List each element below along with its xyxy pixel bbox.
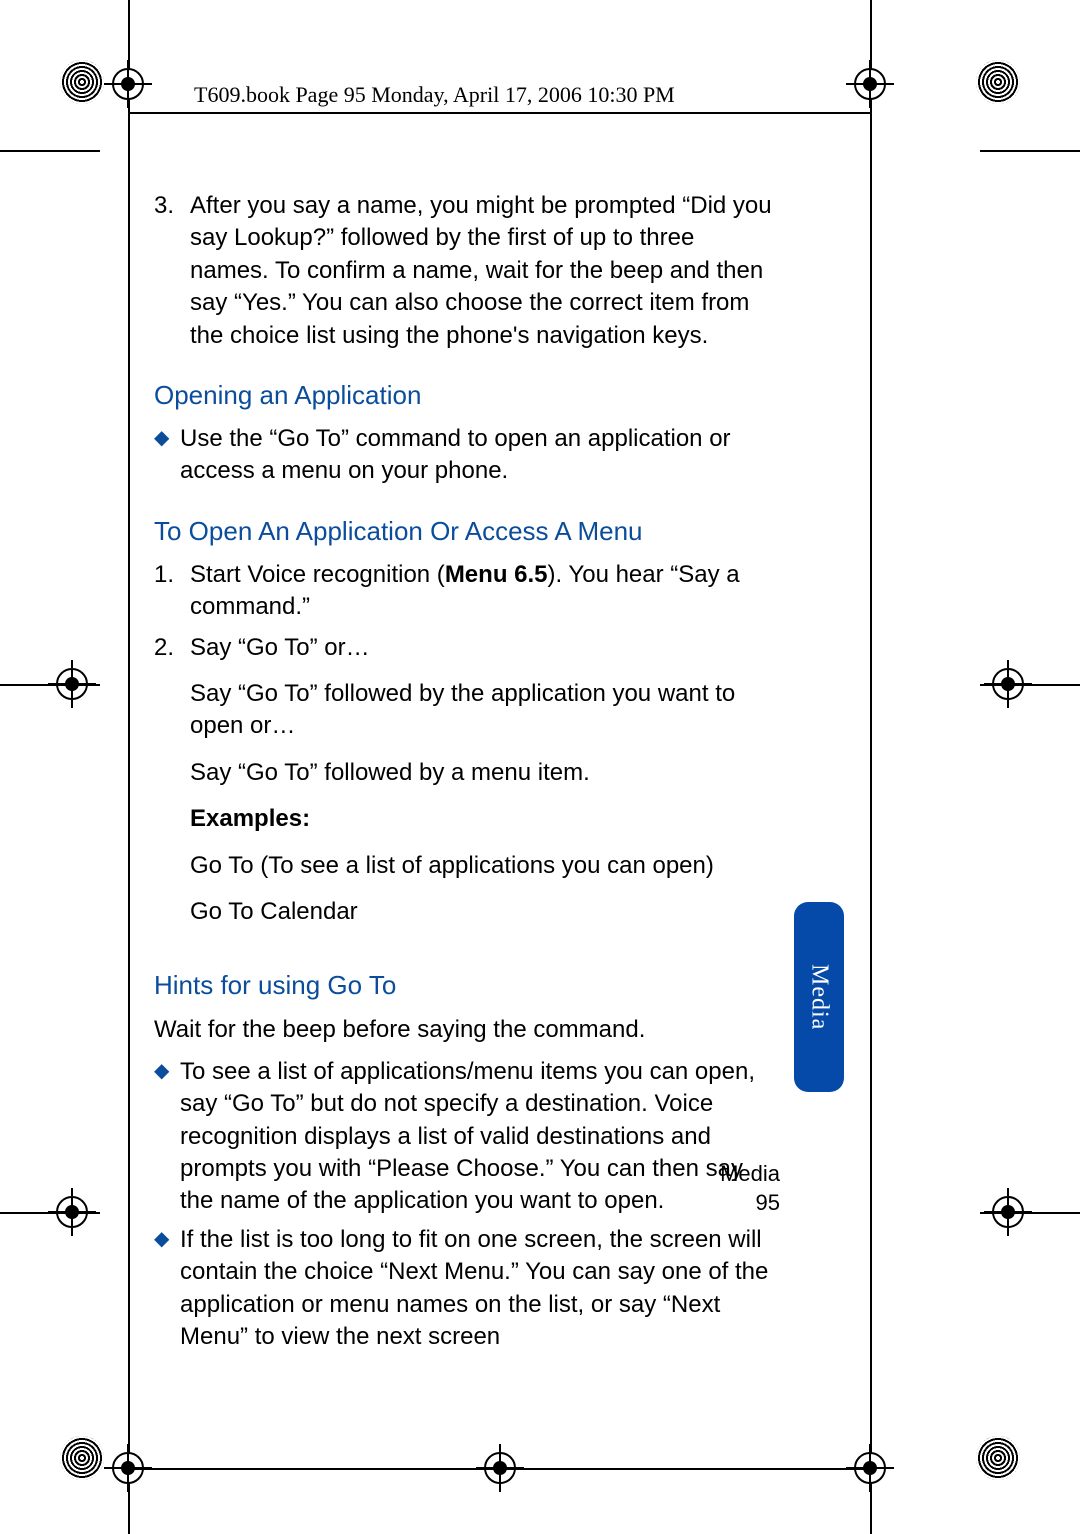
numbered-step: 3. After you say a name, you might be pr… [154, 190, 774, 352]
crop-target-icon [854, 68, 886, 100]
frame-mid-right-short [980, 684, 1080, 686]
bullet-item: ◆ To see a list of applications/menu ite… [154, 1056, 774, 1218]
crop-target-icon [112, 68, 144, 100]
example-line: Go To Calendar [190, 896, 774, 928]
diamond-bullet-icon: ◆ [154, 1056, 180, 1218]
page-header-text: T609.book Page 95 Monday, April 17, 2006… [194, 82, 675, 108]
step-number: 3. [154, 190, 190, 352]
registration-mark-icon [976, 60, 1020, 104]
section-heading: Opening an Application [154, 378, 774, 413]
bullet-text: If the list is too long to fit on one sc… [180, 1224, 774, 1354]
page-content: 3. After you say a name, you might be pr… [154, 190, 774, 1359]
chapter-side-tab: Media [794, 902, 844, 1092]
step-text-pre: Start Voice recognition ( [190, 561, 445, 588]
frame-header-rule [128, 112, 870, 114]
chapter-side-tab-label: Media [806, 964, 833, 1030]
frame-mid-left-short [0, 684, 100, 686]
diamond-bullet-icon: ◆ [154, 1224, 180, 1354]
bullet-item: ◆ Use the “Go To” command to open an app… [154, 423, 774, 488]
footer-section-name: Media [720, 1160, 780, 1189]
step-text: Start Voice recognition (Menu 6.5). You … [190, 559, 774, 624]
bullet-text: Use the “Go To” command to open an appli… [180, 423, 774, 488]
section-heading: To Open An Application Or Access A Menu [154, 514, 774, 549]
step-text: After you say a name, you might be promp… [190, 190, 774, 352]
frame-right-line [870, 0, 872, 1534]
numbered-step: 2. Say “Go To” or… Say “Go To” followed … [154, 632, 774, 943]
frame-low-left-short [0, 1212, 100, 1214]
diamond-bullet-icon: ◆ [154, 423, 180, 488]
registration-mark-icon [976, 1436, 1020, 1480]
page-footer: Media 95 [720, 1160, 780, 1217]
step-sub-line: Say “Go To” followed by a menu item. [190, 757, 774, 789]
frame-bottom-rule [128, 1468, 870, 1470]
footer-page-number: 95 [720, 1189, 780, 1218]
bullet-text: To see a list of applications/menu items… [180, 1056, 774, 1218]
frame-top-left-short [0, 150, 100, 152]
step-text: Say “Go To” or… Say “Go To” followed by … [190, 632, 774, 943]
frame-top-right-short [980, 150, 1080, 152]
registration-mark-icon [60, 1436, 104, 1480]
example-line: Go To (To see a list of applications you… [190, 850, 774, 882]
hints-intro-text: Wait for the beep before saying the comm… [154, 1014, 774, 1046]
step-number: 2. [154, 632, 190, 943]
frame-left-line [128, 0, 130, 1534]
registration-mark-icon [60, 60, 104, 104]
step-number: 1. [154, 559, 190, 624]
step-sub-line: Say “Go To” or… [190, 632, 774, 664]
bullet-item: ◆ If the list is too long to fit on one … [154, 1224, 774, 1354]
menu-reference-bold: Menu 6.5 [445, 561, 548, 588]
step-sub-line: Say “Go To” followed by the application … [190, 678, 774, 743]
examples-label: Examples: [190, 803, 774, 835]
numbered-step: 1. Start Voice recognition (Menu 6.5). Y… [154, 559, 774, 624]
frame-low-right-short [980, 1212, 1080, 1214]
section-heading: Hints for using Go To [154, 968, 774, 1003]
